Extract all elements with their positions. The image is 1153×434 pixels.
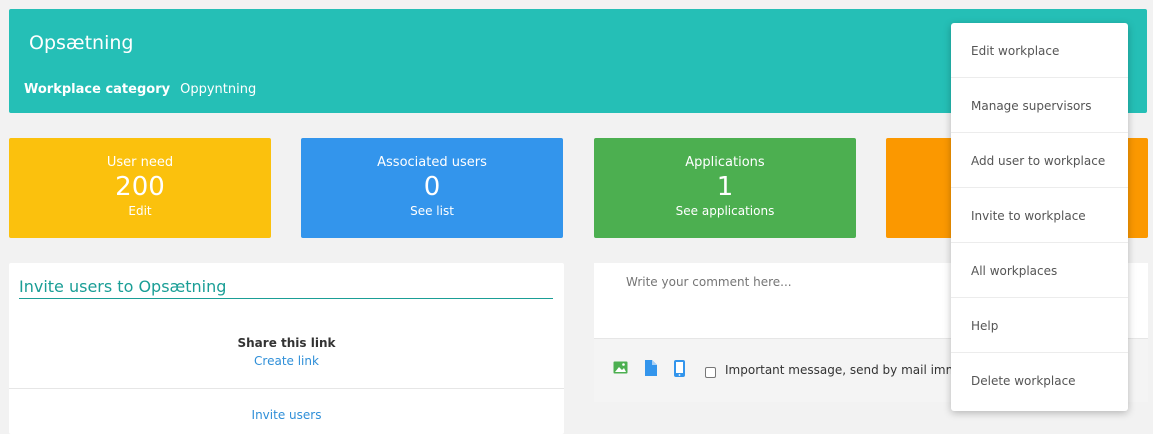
menu-item-edit-workplace[interactable]: Edit workplace — [951, 23, 1128, 78]
stat-value: 1 — [716, 172, 734, 202]
category-value: Oppyntning — [180, 82, 257, 97]
menu-item-delete-workplace[interactable]: Delete workplace — [951, 353, 1128, 408]
workplace-category: Workplace category Oppyntning — [24, 82, 256, 97]
invite-users-link[interactable]: Invite users — [9, 408, 564, 422]
stat-card-associated-users: Associated users 0 See list — [301, 138, 563, 238]
stat-label: Applications — [685, 155, 765, 170]
important-checkbox[interactable] — [705, 367, 716, 378]
stat-label: User need — [106, 155, 174, 170]
share-link-label: Share this link — [237, 336, 336, 350]
stat-card-user-need: User need 200 Edit — [9, 138, 271, 238]
category-label: Workplace category — [24, 82, 171, 97]
menu-item-all-workplaces[interactable]: All workplaces — [951, 243, 1128, 298]
stat-label: Associated users — [377, 155, 487, 170]
see-applications-link[interactable]: See applications — [594, 204, 856, 218]
create-link[interactable]: Create link — [9, 354, 564, 368]
menu-item-add-user[interactable]: Add user to workplace — [951, 133, 1128, 188]
menu-item-invite[interactable]: Invite to workplace — [951, 188, 1128, 243]
divider — [9, 388, 564, 389]
mobile-icon[interactable] — [674, 360, 685, 381]
stat-card-applications: Applications 1 See applications — [594, 138, 856, 238]
invite-panel-title: Invite users to Opsætning — [19, 277, 553, 299]
invite-users-panel: Invite users to Opsætning Share this lin… — [9, 263, 564, 434]
image-icon[interactable] — [613, 360, 628, 379]
menu-item-help[interactable]: Help — [951, 298, 1128, 353]
menu-item-manage-supervisors[interactable]: Manage supervisors — [951, 78, 1128, 133]
stat-value: 0 — [423, 172, 441, 202]
important-message-label: Important message, send by mail imm — [725, 363, 958, 377]
edit-user-need-link[interactable]: Edit — [9, 204, 271, 218]
stat-value: 200 — [115, 172, 165, 202]
page-title: Opsætning — [29, 32, 134, 54]
see-list-link[interactable]: See list — [301, 204, 563, 218]
workplace-actions-menu: Edit workplace Manage supervisors Add us… — [951, 23, 1128, 411]
document-icon[interactable] — [644, 360, 657, 380]
